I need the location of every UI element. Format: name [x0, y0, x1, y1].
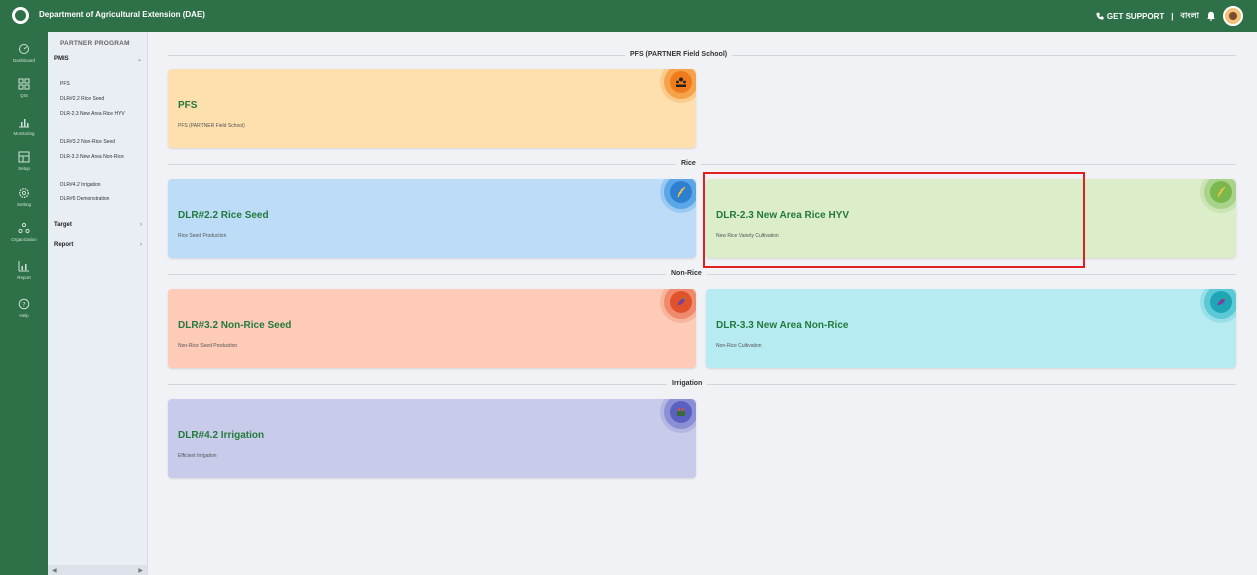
card-subtitle: Non-Rice Cultivation	[716, 343, 762, 349]
group-icon	[676, 77, 686, 87]
svg-text:?: ?	[22, 300, 25, 308]
card-badge	[1200, 289, 1236, 323]
rail-label: Organization	[11, 237, 37, 242]
section-divider	[168, 164, 1236, 165]
rail-item-dashboard[interactable]: Dashboard	[0, 43, 48, 63]
top-bar: Department of Agricultural Extension (DA…	[0, 0, 1257, 32]
gear-icon	[19, 188, 29, 198]
chart-icon	[19, 119, 29, 128]
rail-label: Dashboard	[12, 58, 35, 63]
wheat-icon	[1217, 186, 1226, 198]
wheat-icon	[677, 186, 686, 198]
card-subtitle: PFS (PARTNER Field School)	[178, 123, 245, 129]
card-badge	[660, 69, 696, 103]
report-icon	[18, 261, 29, 272]
menu-item-non-rice-seed[interactable]: DLR#3.2 Non-Rice Seed	[60, 138, 142, 146]
card-rice-seed[interactable]: DLR#2.2 Rice Seed Rice Seed Production	[168, 179, 696, 258]
rail-label: Setup	[18, 166, 30, 171]
card-title: DLR#4.2 Irrigation	[178, 430, 265, 441]
vegetable-icon	[677, 296, 686, 305]
icon-rail: Dashboard QIS Monitoring Setup Setting O…	[0, 32, 48, 575]
rail-item-setup[interactable]: Setup	[0, 151, 48, 171]
menu-item-new-area-rice[interactable]: DLR-2.3 New Area Rice HYV	[60, 110, 142, 118]
user-avatar[interactable]	[1223, 6, 1243, 26]
menu-item-new-area-non-rice[interactable]: DLR-3.3 New Area Non-Rice	[60, 153, 142, 161]
card-title: DLR#2.2 Rice Seed	[178, 210, 269, 221]
card-irrigation[interactable]: DLR#4.2 Irrigation Efficient Irrigation	[168, 399, 696, 478]
header-separator: |	[1171, 11, 1174, 21]
card-non-rice-seed[interactable]: DLR#3.2 Non-Rice Seed Non-Rice Seed Prod…	[168, 289, 696, 368]
card-badge	[1200, 179, 1236, 213]
card-subtitle: Non-Rice Seed Production	[178, 343, 238, 349]
section-label-non-rice: Non-Rice	[666, 270, 707, 277]
section-label-pfs: PFS (PARTNER Field School)	[625, 51, 733, 58]
selection-highlight	[703, 172, 1085, 268]
menu-group-report[interactable]: Report ›	[54, 242, 142, 248]
card-pfs[interactable]: PFS PFS (PARTNER Field School)	[168, 69, 696, 148]
rail-label: QIS	[20, 93, 28, 98]
scroll-left-icon[interactable]: ◀	[52, 567, 57, 574]
bell-icon[interactable]	[1206, 11, 1216, 21]
card-new-area-non-rice[interactable]: DLR-3.3 New Area Non-Rice Non-Rice Culti…	[706, 289, 1236, 368]
menu-item-irrigation[interactable]: DLR#4.2 Irrigation	[60, 181, 142, 189]
rail-item-organization[interactable]: Organization	[0, 222, 48, 242]
menu-heading: PARTNER PROGRAM	[60, 40, 130, 47]
dashboard-icon	[19, 44, 29, 54]
card-badge	[660, 179, 696, 213]
setup-icon	[18, 151, 30, 163]
rail-item-monitoring[interactable]: Monitoring	[0, 116, 48, 136]
menu-horizontal-scrollbar[interactable]: ◀ ▶	[48, 565, 147, 575]
vegetable-icon	[1217, 296, 1226, 305]
language-toggle[interactable]: বাংলা	[1181, 10, 1200, 23]
card-badge	[660, 399, 696, 433]
menu-group-target[interactable]: Target ›	[54, 222, 142, 228]
menu-item-demonstration[interactable]: DLR#5 Demonstration	[60, 195, 142, 203]
rail-label: Report	[17, 275, 31, 280]
rail-label: Help	[19, 313, 29, 318]
section-label-rice: Rice	[676, 160, 701, 167]
get-support-link[interactable]: GET SUPPORT	[1096, 12, 1164, 21]
card-subtitle: Rice Seed Production	[178, 233, 227, 239]
app-title: Department of Agricultural Extension (DA…	[39, 10, 205, 19]
organization-icon	[18, 222, 30, 234]
menu-group-label: Target	[54, 222, 72, 228]
rail-label: Setting	[16, 202, 31, 207]
rail-item-report[interactable]: Report	[0, 260, 48, 280]
card-badge	[660, 289, 696, 323]
grid-icon	[18, 78, 30, 90]
get-support-label: GET SUPPORT	[1106, 11, 1165, 21]
chevron-down-icon: ⌄	[136, 57, 142, 63]
irrigation-icon	[677, 408, 685, 416]
chevron-right-icon: ›	[140, 222, 142, 228]
section-label-irrigation: Irrigation	[667, 380, 708, 387]
side-menu: PARTNER PROGRAM PMIS ⌄ PFS DLR#2.2 Rice …	[48, 32, 148, 575]
rail-label: Monitoring	[13, 131, 35, 136]
scroll-right-icon[interactable]: ▶	[138, 567, 143, 574]
card-title: DLR-3.3 New Area Non-Rice	[716, 320, 849, 331]
rail-item-qis[interactable]: QIS	[0, 78, 48, 98]
header-actions: GET SUPPORT | বাংলা	[1096, 6, 1243, 26]
card-title: DLR#3.2 Non-Rice Seed	[178, 320, 292, 331]
menu-item-pfs[interactable]: PFS	[60, 80, 142, 88]
menu-group-label: PMIS	[54, 56, 69, 62]
rail-item-help[interactable]: ? Help	[0, 298, 48, 318]
menu-group-label: Report	[54, 242, 74, 248]
chevron-right-icon: ›	[140, 242, 142, 248]
menu-group-pmis[interactable]: PMIS ⌄	[54, 56, 142, 63]
menu-item-rice-seed[interactable]: DLR#2.2 Rice Seed	[60, 95, 142, 103]
rail-item-setting[interactable]: Setting	[0, 187, 48, 207]
phone-icon	[1096, 12, 1104, 20]
help-icon: ?	[18, 298, 30, 310]
dae-logo-icon	[12, 7, 29, 24]
card-subtitle: Efficient Irrigation	[178, 453, 217, 459]
card-title: PFS	[178, 100, 198, 111]
